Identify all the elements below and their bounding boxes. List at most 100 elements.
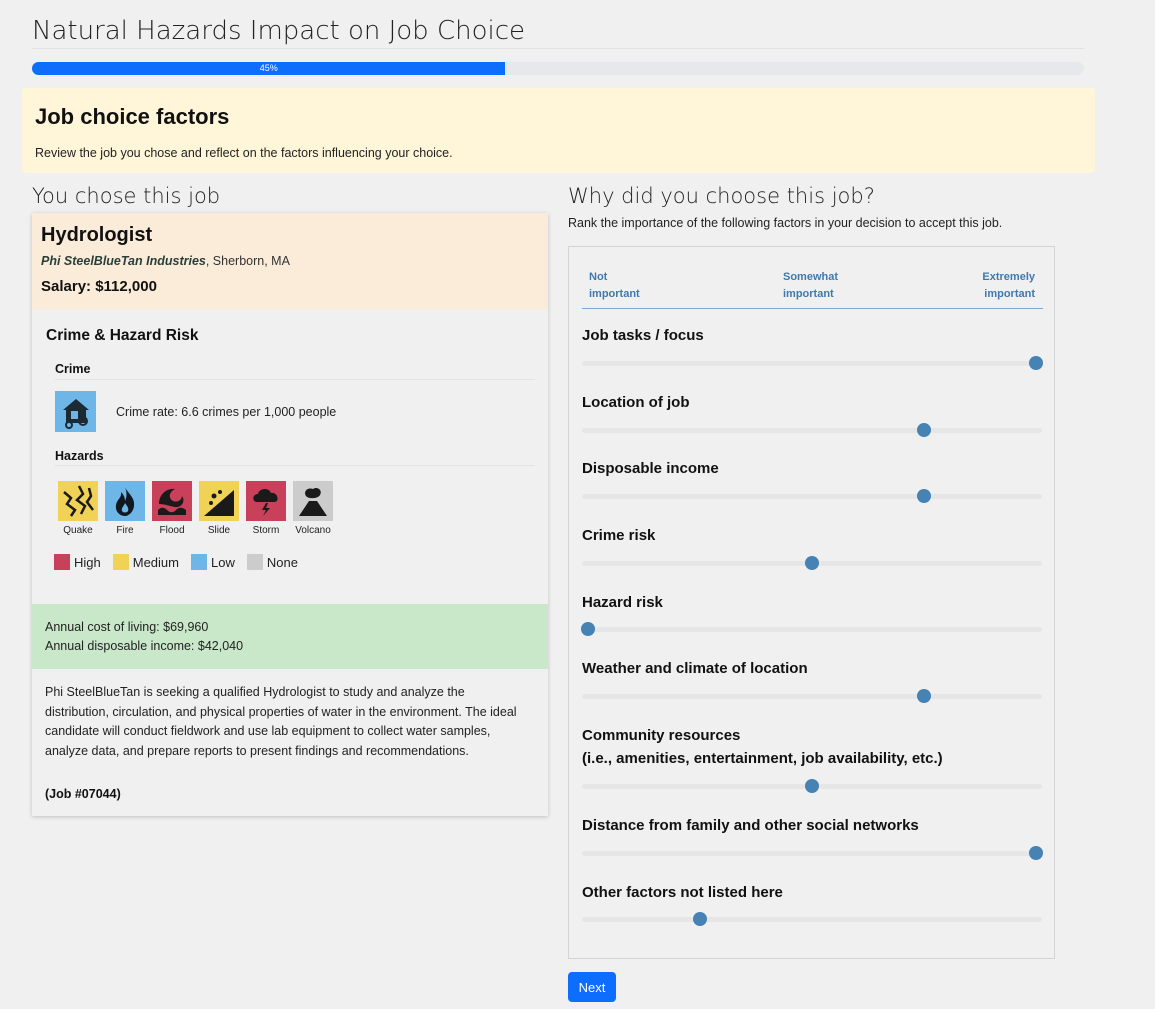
- house-burglary-icon: [55, 391, 96, 432]
- scale-text: Not: [589, 271, 608, 283]
- job-card: Hydrologist Phi SteelBlueTan Industries,…: [32, 213, 548, 816]
- factor-label-line: Community resources: [582, 727, 741, 744]
- legend-swatch: [112, 554, 129, 570]
- page-title: Natural Hazards Impact on Job Choice: [32, 16, 526, 46]
- crime-divider: [55, 379, 535, 380]
- legend-label: Low: [211, 554, 235, 570]
- legend-swatch: [191, 554, 207, 570]
- slider-crime-risk[interactable]: [582, 556, 1042, 570]
- slider-thumb[interactable]: [917, 423, 931, 437]
- risk-heading: Crime & Hazard Risk: [46, 327, 199, 344]
- hazard-fire: Fire: [105, 481, 145, 536]
- crime-heading: Crime: [55, 362, 91, 376]
- scale-label-high: Extremely important: [982, 269, 1035, 303]
- factor-label-crime-risk: Crime risk: [582, 527, 656, 544]
- fire-icon: [105, 481, 145, 521]
- factor-label-line: (i.e., amenities, entertainment, job ava…: [582, 750, 943, 767]
- flood-wave-icon: [152, 481, 192, 521]
- company-name: Phi SteelBlueTan Industries: [41, 254, 206, 268]
- factor-label-disposable-income: Disposable income: [582, 460, 719, 477]
- slider-location[interactable]: [582, 423, 1042, 437]
- scale-divider: [582, 308, 1043, 309]
- slider-thumb[interactable]: [805, 556, 819, 570]
- slider-hazard-risk[interactable]: [581, 622, 1042, 636]
- slider-thumb[interactable]: [805, 779, 819, 793]
- slider-community[interactable]: [582, 779, 1042, 793]
- ranking-panel: Not important Somewhat important Extreme…: [568, 246, 1055, 959]
- slider-other[interactable]: [582, 912, 1042, 926]
- slider-thumb[interactable]: [1029, 846, 1043, 860]
- scale-text: Extremely: [982, 271, 1035, 283]
- hazard-label: Storm: [252, 525, 280, 536]
- slider-thumb[interactable]: [581, 622, 595, 636]
- factor-label-weather: Weather and climate of location: [582, 660, 808, 677]
- scale-label-mid: Somewhat important: [783, 269, 838, 303]
- progress-fill: 45%: [32, 62, 506, 75]
- factor-label-location: Location of job: [582, 394, 690, 411]
- factor-label-other: Other factors not listed here: [582, 884, 783, 901]
- hazard-slide: Slide: [199, 481, 239, 536]
- hazards-heading: Hazards: [55, 449, 104, 463]
- disposable-income: Annual disposable income: $42,040: [45, 639, 244, 653]
- storm-cloud-icon: [246, 481, 286, 521]
- hazard-label: Volcano: [295, 525, 331, 536]
- job-salary: Salary: $112,000: [41, 278, 157, 295]
- legend-item-low: Low: [191, 554, 235, 570]
- slider-job-tasks[interactable]: [582, 356, 1043, 370]
- scale-text: Somewhat: [783, 271, 839, 283]
- job-id: (Job #07044): [45, 787, 121, 801]
- legend-item-none: None: [246, 554, 298, 570]
- title-divider: [32, 48, 1084, 49]
- slider-disposable-income[interactable]: [582, 489, 1042, 503]
- slider-thumb[interactable]: [1029, 356, 1043, 370]
- slider-weather[interactable]: [582, 689, 1042, 703]
- landslide-icon: [199, 481, 239, 521]
- progress-bar: 45%: [32, 62, 1084, 75]
- factor-label-family-distance: Distance from family and other social ne…: [582, 817, 919, 834]
- income-summary: Annual cost of living: $69,960 Annual di…: [32, 604, 548, 669]
- chosen-job-heading: You chose this job: [32, 184, 221, 208]
- job-location: , Sherborn, MA: [205, 254, 290, 268]
- hazard-volcano: Volcano: [293, 481, 333, 536]
- hazard-flood: Flood: [152, 481, 192, 536]
- slider-family-distance[interactable]: [582, 846, 1043, 860]
- legend-label: None: [266, 554, 298, 570]
- legend-item-medium: Medium: [112, 554, 179, 570]
- scale-text: important: [984, 288, 1035, 300]
- hazard-label: Flood: [159, 525, 185, 536]
- job-company-location: Phi SteelBlueTan Industries, Sherborn, M…: [41, 254, 290, 268]
- hazard-storm: Storm: [246, 481, 286, 536]
- ranking-heading: Why did you choose this job?: [568, 184, 875, 208]
- job-header: Hydrologist Phi SteelBlueTan Industries,…: [32, 213, 548, 309]
- legend-item-high: High: [54, 554, 101, 570]
- hazard-label: Fire: [116, 525, 134, 536]
- scale-text: important: [589, 288, 640, 300]
- cost-of-living: Annual cost of living: $69,960: [45, 620, 209, 634]
- slider-thumb[interactable]: [693, 912, 707, 926]
- volcano-icon: [293, 481, 333, 521]
- earthquake-icon: [58, 481, 98, 521]
- next-button[interactable]: Next: [568, 972, 616, 1002]
- crime-rate-text: Crime rate: 6.6 crimes per 1,000 people: [116, 405, 337, 419]
- factor-label-hazard-risk: Hazard risk: [582, 594, 663, 611]
- hazard-label: Slide: [207, 525, 231, 536]
- factor-label-community: Community resources (i.e., amenities, en…: [582, 724, 943, 770]
- risk-legend: High Medium Low None: [54, 554, 310, 570]
- legend-swatch: [246, 554, 263, 570]
- scale-label-low: Not important: [589, 269, 640, 303]
- banner-text: Review the job you chose and reflect on …: [35, 146, 453, 160]
- job-description: Phi SteelBlueTan is seeking a qualified …: [45, 685, 517, 758]
- legend-swatch: [54, 554, 70, 570]
- info-banner: Job choice factors Review the job you ch…: [22, 88, 1095, 173]
- slider-thumb[interactable]: [917, 489, 931, 503]
- legend-label: Medium: [132, 554, 179, 570]
- hazard-label: Quake: [63, 525, 93, 536]
- slider-thumb[interactable]: [917, 689, 931, 703]
- hazards-divider: [55, 465, 535, 466]
- scale-text: important: [783, 288, 834, 300]
- job-title: Hydrologist: [41, 224, 153, 246]
- legend-label: High: [74, 554, 101, 570]
- hazard-quake: Quake: [58, 481, 98, 536]
- banner-heading: Job choice factors: [35, 104, 230, 129]
- factor-label-job-tasks: Job tasks / focus: [582, 327, 704, 344]
